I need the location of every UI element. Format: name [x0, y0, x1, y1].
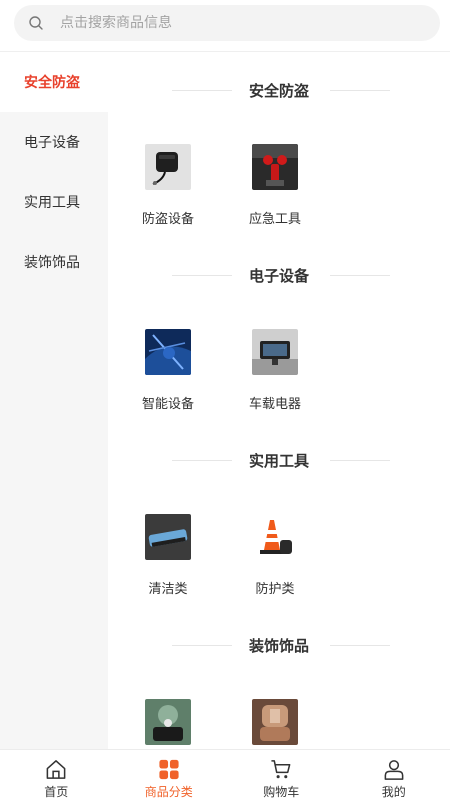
- search-input[interactable]: [60, 15, 400, 31]
- category-item-protection[interactable]: 防护类: [235, 514, 315, 597]
- sidebar-item-decorations[interactable]: 装饰饰品: [0, 232, 108, 292]
- category-item-seat-cover[interactable]: [235, 699, 315, 749]
- product-thumbnail: [145, 514, 191, 560]
- product-thumbnail: [145, 144, 191, 190]
- category-item-label: 智能设备: [141, 397, 194, 412]
- section-electronics: 电子设备 智能设备 车载电器: [108, 237, 450, 422]
- sidebar-item-label: 装饰饰品: [24, 255, 80, 271]
- category-item-label: 车载电器: [248, 397, 301, 412]
- section-title: 实用工具: [248, 452, 309, 470]
- bottom-tab-bar: 首页 商品分类 购物车 我的: [0, 749, 450, 800]
- tab-label: 购物车: [263, 785, 300, 799]
- category-item-cleaning[interactable]: 清洁类: [128, 514, 208, 597]
- divider: [330, 90, 390, 91]
- category-content: 安全防盗 防盗设备 应急工具 电子设备 智能设备 车载电器 实用工具 清洁类 防…: [108, 52, 450, 749]
- category-item-label: 清洁类: [148, 582, 188, 597]
- divider: [330, 460, 390, 461]
- search-box[interactable]: [14, 5, 440, 41]
- user-icon: [384, 760, 404, 780]
- cart-icon: [271, 760, 291, 779]
- search-bar: [0, 0, 450, 52]
- tab-cart[interactable]: 购物车: [225, 750, 338, 800]
- category-item-ornament[interactable]: [128, 699, 208, 749]
- section-title: 安全防盗: [248, 82, 309, 100]
- tab-profile[interactable]: 我的: [338, 750, 450, 800]
- product-thumbnail: [252, 514, 298, 560]
- section-title: 装饰饰品: [248, 637, 309, 655]
- category-item-smart-device[interactable]: 智能设备: [128, 329, 208, 412]
- product-thumbnail: [145, 329, 191, 375]
- category-item-emergency[interactable]: 应急工具: [235, 144, 315, 227]
- product-thumbnail: [252, 699, 298, 745]
- category-icon: [159, 759, 179, 780]
- sidebar-item-security[interactable]: 安全防盗: [0, 52, 108, 112]
- tab-label: 商品分类: [144, 785, 193, 799]
- sidebar-item-tools[interactable]: 实用工具: [0, 172, 108, 232]
- product-thumbnail: [252, 144, 298, 190]
- category-item-label: 防盗设备: [141, 212, 194, 227]
- section-title: 电子设备: [248, 267, 309, 285]
- divider: [330, 645, 390, 646]
- tab-home[interactable]: 首页: [0, 750, 113, 800]
- category-sidebar: 安全防盗 电子设备 实用工具 装饰饰品: [0, 52, 108, 749]
- section-decorations: 装饰饰品: [108, 607, 450, 749]
- search-icon: [29, 16, 43, 30]
- tab-label: 我的: [381, 785, 406, 799]
- sidebar-item-electronics[interactable]: 电子设备: [0, 112, 108, 172]
- sidebar-item-label: 安全防盗: [24, 75, 80, 91]
- section-security: 安全防盗 防盗设备 应急工具: [108, 52, 450, 237]
- product-thumbnail: [145, 699, 191, 745]
- category-item-car-electronics[interactable]: 车载电器: [235, 329, 315, 412]
- section-tools: 实用工具 清洁类 防护类: [108, 422, 450, 607]
- product-thumbnail: [252, 329, 298, 375]
- category-item-anti-theft[interactable]: 防盗设备: [128, 144, 208, 227]
- sidebar-item-label: 电子设备: [24, 135, 80, 151]
- category-item-label: 防护类: [255, 582, 295, 597]
- sidebar-item-label: 实用工具: [24, 195, 80, 211]
- tab-category[interactable]: 商品分类: [113, 750, 226, 800]
- tab-label: 首页: [44, 785, 69, 799]
- category-item-label: 应急工具: [248, 212, 301, 227]
- home-icon: [46, 760, 66, 779]
- divider: [330, 275, 390, 276]
